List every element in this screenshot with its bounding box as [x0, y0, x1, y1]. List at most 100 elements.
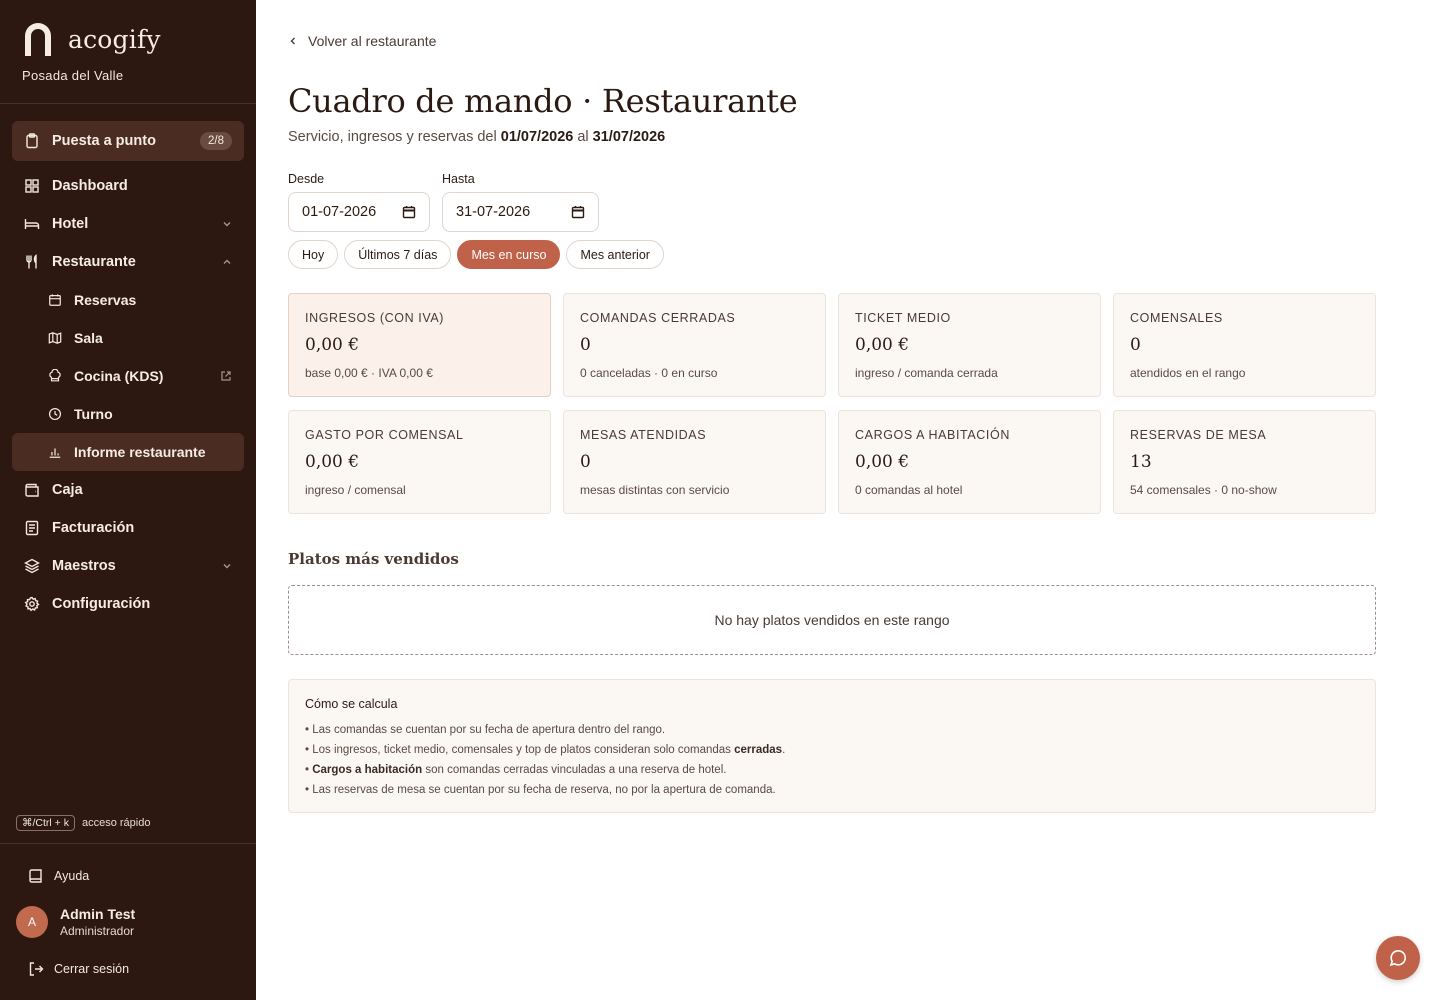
logout-button[interactable]: Cerrar sesión	[28, 961, 129, 977]
brand-name: acogify	[68, 24, 161, 54]
chevron-up-icon	[223, 259, 231, 264]
kpi-value: 0,00 €	[855, 335, 910, 355]
setup-progress-badge: 2/8	[200, 132, 232, 150]
kpi-label: CARGOS A HABITACIÓN	[855, 428, 1010, 442]
date-from-input[interactable]: 01-07-2026	[288, 192, 430, 232]
info-text: .	[782, 744, 786, 756]
page-subtitle: Servicio, ingresos y reservas del 01/07/…	[288, 129, 665, 145]
date-to-group: Hasta 31-07-2026	[442, 172, 599, 232]
kpi-card-spend-per-diner: GASTO POR COMENSAL 0,00 € ingreso / come…	[288, 410, 551, 514]
chevron-left-icon	[290, 37, 295, 45]
kpi-card-tables-served: MESAS ATENDIDAS 0 mesas distintas con se…	[563, 410, 826, 514]
kpi-label: RESERVAS DE MESA	[1130, 428, 1267, 442]
kpi-card-revenue: INGRESOS (CON IVA) 0,00 € base 0,00 € · …	[288, 293, 551, 397]
sidebar-item-label: Cocina (KDS)	[74, 368, 164, 384]
preset-last-7-days-button[interactable]: Últimos 7 días	[344, 240, 452, 269]
help-label: Ayuda	[54, 869, 90, 883]
date-to-input[interactable]: 31-07-2026	[442, 192, 599, 232]
subtitle-date-from: 01/07/2026	[500, 129, 574, 145]
file-icon	[25, 520, 39, 536]
date-from-group: Desde 01-07-2026	[288, 172, 430, 232]
kpi-value: 0	[580, 452, 591, 472]
calendar-icon	[49, 294, 61, 306]
info-line: • Cargos a habitación son comandas cerra…	[305, 760, 1359, 780]
sidebar-item-sala[interactable]: Sala	[12, 319, 244, 357]
sidebar-item-caja[interactable]: Caja	[12, 471, 244, 509]
kpi-label: MESAS ATENDIDAS	[580, 428, 707, 442]
user-role: Administrador	[60, 924, 135, 938]
kpi-label: INGRESOS (CON IVA)	[305, 311, 445, 325]
kpi-value: 0,00 €	[305, 452, 360, 472]
sidebar-item-hotel[interactable]: Hotel	[12, 205, 244, 243]
sidebar-item-label: Puesta a punto	[52, 133, 156, 149]
subtitle-mid: al	[573, 129, 593, 145]
info-line: • Las comandas se cuentan por su fecha d…	[305, 724, 666, 736]
help-link[interactable]: Ayuda	[28, 868, 89, 884]
sidebar-item-facturacion[interactable]: Facturación	[12, 509, 244, 547]
kpi-label: COMENSALES	[1130, 311, 1223, 325]
clock-icon	[48, 407, 62, 421]
sidebar-item-dashboard[interactable]: Dashboard	[12, 167, 244, 205]
kpi-sub: base 0,00 € · IVA 0,00 €	[305, 366, 433, 380]
logo-icon	[25, 23, 51, 56]
back-link[interactable]: Volver al restaurante	[288, 33, 436, 49]
chat-button[interactable]	[1376, 936, 1420, 980]
sidebar-item-reservas[interactable]: Reservas	[12, 281, 244, 319]
date-to-value: 31-07-2026	[456, 204, 531, 220]
kpi-sub: 54 comensales · 0 no-show	[1130, 483, 1277, 497]
sidebar-item-restaurante[interactable]: Restaurante	[12, 243, 244, 281]
bed-icon	[24, 219, 40, 229]
kpi-card-room-charges: CARGOS A HABITACIÓN 0,00 € 0 comandas al…	[838, 410, 1101, 514]
sidebar-item-informe-restaurante[interactable]: Informe restaurante	[12, 433, 244, 471]
sidebar-item-label: Sala	[74, 330, 103, 346]
preset-today-button[interactable]: Hoy	[288, 240, 339, 269]
info-emphasis: cerradas	[734, 744, 783, 756]
page-title: Cuadro de mando · Restaurante	[288, 82, 798, 120]
kpi-sub: ingreso / comanda cerrada	[855, 366, 998, 380]
preset-current-month-button[interactable]: Mes en curso	[457, 240, 561, 269]
sidebar-item-label: Reservas	[74, 292, 137, 308]
clipboard-icon	[26, 133, 38, 149]
subtitle-prefix: Servicio, ingresos y reservas del	[288, 129, 501, 145]
preset-previous-month-button[interactable]: Mes anterior	[566, 240, 664, 269]
sidebar-item-label: Maestros	[52, 558, 116, 574]
kpi-value: 0	[1130, 335, 1141, 355]
sidebar-footer: Ayuda A Admin Test Administrador Cerrar …	[0, 843, 256, 976]
top-dishes-empty-state: No hay platos vendidos en este rango	[288, 585, 1376, 655]
quick-access-hint[interactable]: ⌘/Ctrl + k acceso rápido	[16, 815, 150, 831]
grid-icon	[25, 179, 39, 193]
kpi-sub: 0 comandas al hotel	[855, 483, 963, 497]
kpi-sub: ingreso / comensal	[305, 483, 406, 497]
chat-bubble-icon	[1389, 950, 1406, 967]
sidebar-item-label: Caja	[52, 482, 83, 498]
sidebar-item-label: Informe restaurante	[74, 444, 206, 460]
logout-label: Cerrar sesión	[54, 962, 130, 976]
info-text: • Los ingresos, ticket medio, comensales…	[305, 744, 735, 756]
calendar-icon	[571, 206, 585, 219]
sidebar-item-label: Dashboard	[52, 178, 128, 194]
bar-chart-icon	[49, 448, 61, 458]
sidebar-item-configuracion[interactable]: Configuración	[12, 585, 244, 623]
date-from-label: Desde	[288, 172, 325, 186]
kpi-value: 0,00 €	[855, 452, 910, 472]
kpi-sub: 0 canceladas · 0 en curso	[580, 366, 718, 380]
info-line: • Los ingresos, ticket medio, comensales…	[305, 740, 1359, 760]
user-profile[interactable]: A Admin Test Administrador	[16, 906, 135, 938]
sidebar-item-label: Turno	[74, 406, 113, 422]
date-presets: Hoy Últimos 7 días Mes en curso Mes ante…	[288, 240, 664, 269]
layers-icon	[24, 558, 40, 574]
avatar: A	[16, 906, 48, 938]
sidebar-item-turno[interactable]: Turno	[12, 395, 244, 433]
kpi-card-closed-orders: COMANDAS CERRADAS 0 0 canceladas · 0 en …	[563, 293, 826, 397]
shortcut-keys: ⌘/Ctrl + k	[16, 815, 75, 831]
sidebar-item-setup[interactable]: Puesta a punto 2/8	[12, 121, 244, 161]
info-title: Cómo se calcula	[305, 697, 398, 711]
kpi-sub: atendidos en el rango	[1130, 366, 1246, 380]
kpi-grid: INGRESOS (CON IVA) 0,00 € base 0,00 € · …	[288, 293, 1376, 514]
kpi-card-table-reservations: RESERVAS DE MESA 13 54 comensales · 0 no…	[1113, 410, 1376, 514]
book-icon	[29, 869, 42, 883]
sidebar-item-maestros[interactable]: Maestros	[12, 547, 244, 585]
kpi-value: 0	[580, 335, 591, 355]
sidebar-item-cocina[interactable]: Cocina (KDS)	[12, 357, 244, 395]
sidebar-item-label: Restaurante	[52, 254, 136, 270]
